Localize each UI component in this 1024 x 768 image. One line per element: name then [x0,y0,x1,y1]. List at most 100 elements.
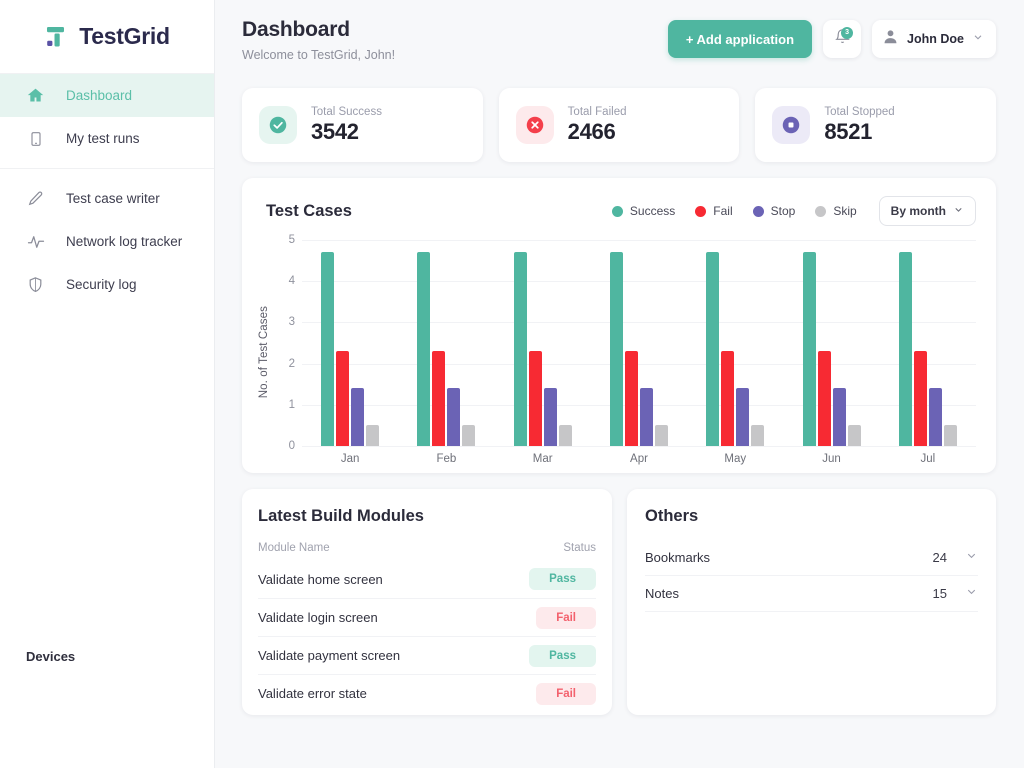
chevron-down-icon[interactable] [965,585,978,603]
legend-item-skip[interactable]: Skip [815,204,857,218]
stat-card-total-success[interactable]: Total Success 3542 [242,88,483,162]
others-panel: Others Bookmarks 24 Notes 15 [627,489,996,715]
bar-skip[interactable] [558,425,572,446]
sidebar-item-dashboard[interactable]: Dashboard [0,74,214,117]
bar-success[interactable] [417,252,431,446]
sidebar-item-security-log[interactable]: Security log [0,263,214,306]
legend-item-fail[interactable]: Fail [695,204,733,218]
legend-swatch [815,205,827,217]
x-tick-label: Jan [340,453,360,465]
bar-stop[interactable] [736,388,750,446]
bar-skip[interactable] [943,425,957,446]
legend-label: Skip [833,204,857,218]
bar-success[interactable] [321,252,335,446]
bar-stop[interactable] [351,388,365,446]
bar-fail[interactable] [624,351,638,446]
bar-group [417,240,476,446]
bar-success[interactable] [898,252,912,446]
bar-fail[interactable] [336,351,350,446]
stat-text-block: Total Stopped 8521 [824,106,894,145]
sidebar: TestGrid Dashboard My test runs Test cas… [0,0,215,768]
module-name: Validate home screen [258,571,383,587]
bar-skip[interactable] [847,425,861,446]
sidebar-item-network-log-tracker[interactable]: Network log tracker [0,220,214,263]
stat-label: Total Failed [567,105,627,118]
sidebar-item-label: Dashboard [66,88,133,103]
bar-stop[interactable] [832,388,846,446]
sidebar-footer-devices[interactable]: Devices [26,649,75,664]
bar-fail[interactable] [913,351,927,446]
bar-fail[interactable] [817,351,831,446]
chart-canvas: Jan Feb Mar Apr May Jun Jul [302,240,976,465]
chart-header: Test Cases Success Fail Stop Skip By month [258,196,976,226]
add-application-button[interactable]: + Add application [667,20,813,58]
gridline [302,446,976,447]
module-name: Validate error state [258,686,367,701]
bar-success[interactable] [802,252,816,446]
x-tick-label: Mar [532,453,553,465]
bar-stop[interactable] [639,388,653,446]
brand-name: TestGrid [79,23,170,49]
modules-table-body: Validate home screen Pass Validate login s… [258,560,596,712]
bar-skip[interactable] [366,425,380,446]
shield-icon [26,275,45,294]
module-name: Validate payment screen [258,648,401,663]
notification-badge: 3 [841,27,854,39]
chart-legend: Success Fail Stop Skip [611,204,857,218]
chart-y-axis-ticks: 0 1 2 3 4 5 [274,234,300,465]
legend-item-success[interactable]: Success [611,204,675,218]
sidebar-item-label: Network log tracker [66,234,183,249]
bar-success[interactable] [513,252,527,446]
y-tick-label: 2 [288,357,295,370]
page-heading-block: Dashboard Welcome to TestGrid, John! [242,18,395,62]
chevron-down-icon [972,30,984,48]
column-module-name: Module Name [258,542,330,554]
notifications-button[interactable]: 3 [823,20,862,58]
chart-range-select[interactable]: By month [878,196,976,226]
list-item[interactable]: Bookmarks 24 [645,540,978,576]
sidebar-item-my-test-runs[interactable]: My test runs [0,117,214,160]
bar-group [321,240,380,446]
chart-y-axis-title: No. of Test Cases [258,306,270,399]
stat-card-total-failed[interactable]: Total Failed 2466 [498,88,740,162]
bar-skip[interactable] [462,425,476,446]
table-row[interactable]: Validate home screen Pass [258,560,596,598]
other-count: 15 [932,586,947,601]
bar-success[interactable] [706,252,720,446]
legend-item-stop[interactable]: Stop [752,204,795,218]
bar-fail[interactable] [528,351,542,446]
bottom-panels: Latest Build Modules Module Name Status … [242,489,996,715]
bar-skip[interactable] [751,425,765,446]
bar-fail[interactable] [721,351,735,446]
table-row[interactable]: Validate login screen Fail [258,598,596,636]
bar-skip[interactable] [654,425,668,446]
bar-group [609,240,668,446]
sidebar-item-test-case-writer[interactable]: Test case writer [0,177,214,220]
status-badge: Fail [536,682,596,705]
other-right: 24 [933,549,978,567]
list-item[interactable]: Notes 15 [645,576,978,612]
bar-stop[interactable] [447,388,461,446]
sidebar-item-label: My test runs [66,131,140,146]
stat-text-block: Total Failed 2466 [568,106,627,145]
stat-card-total-stopped[interactable]: Total Stopped 8521 [755,88,997,162]
column-status: Status [563,542,596,554]
table-row[interactable]: Validate error state Fail [258,674,596,712]
bar-fail[interactable] [432,351,446,446]
bar-stop[interactable] [543,388,557,446]
pen-icon [26,189,45,208]
chart-x-axis-labels: Jan Feb Mar Apr May Jun Jul [302,453,976,465]
sidebar-nav-secondary: Test case writer Network log tracker Sec… [0,168,214,306]
chevron-down-icon[interactable] [965,549,978,567]
bar-success[interactable] [609,252,623,446]
bar-group [513,240,572,446]
status-badge: Pass [529,644,596,667]
y-tick-label: 3 [288,316,295,329]
brand-logo[interactable]: TestGrid [0,0,214,74]
user-menu[interactable]: John Doe [872,20,996,58]
legend-swatch [752,205,764,217]
main-content: Dashboard Welcome to TestGrid, John! + A… [215,0,1024,768]
bar-stop[interactable] [928,388,942,446]
stat-label: Total Success [311,105,382,118]
table-row[interactable]: Validate payment screen Pass [258,636,596,674]
